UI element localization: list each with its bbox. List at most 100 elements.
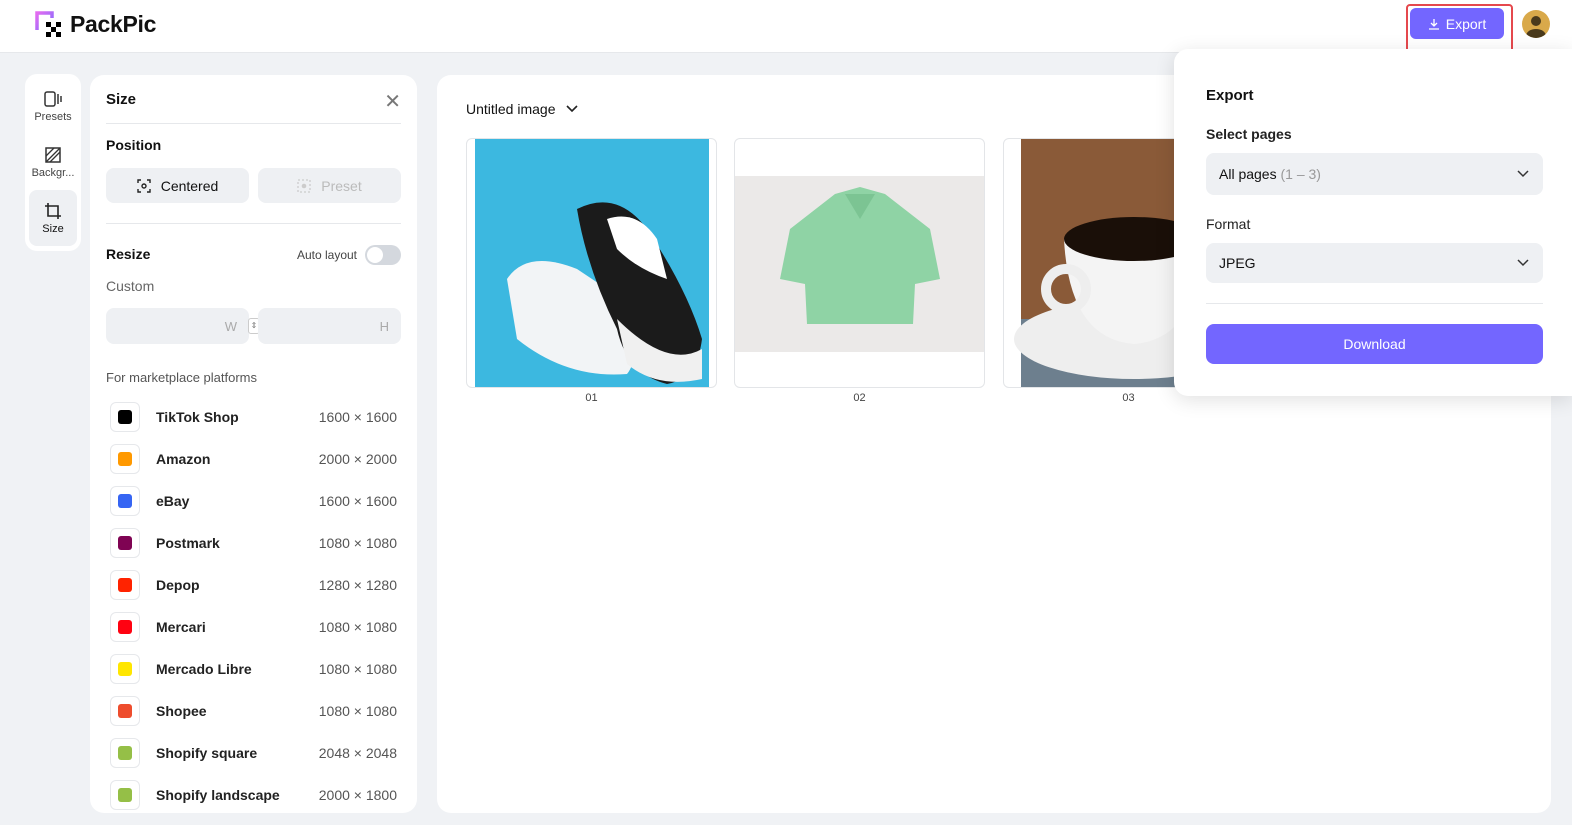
platform-name: TikTok Shop	[156, 409, 239, 425]
position-heading: Position	[106, 137, 162, 153]
platform-logo-icon	[110, 780, 140, 810]
tool-rail: Presets Backgr... Size	[25, 74, 81, 251]
page-label: 01	[585, 392, 598, 404]
platform-logo-icon	[110, 570, 140, 600]
height-placeholder: H	[379, 318, 389, 334]
platform-logo-icon	[110, 528, 140, 558]
page-thumbnail-01[interactable]	[466, 138, 717, 388]
download-button[interactable]: Download	[1206, 324, 1543, 364]
centered-label: Centered	[160, 177, 219, 194]
export-button[interactable]: Export	[1410, 8, 1504, 39]
crop-icon	[45, 202, 61, 219]
user-icon	[1526, 16, 1546, 38]
rail-label: Presets	[34, 110, 72, 123]
divider	[1206, 303, 1543, 304]
preset-button[interactable]: Preset	[258, 168, 401, 203]
rail-item-size[interactable]: Size	[29, 190, 77, 246]
marketplace-heading: For marketplace platforms	[106, 370, 257, 385]
download-icon	[1428, 18, 1439, 30]
divider	[106, 123, 401, 124]
chevron-down-icon	[565, 105, 578, 113]
platform-item[interactable]: Shopify landscape 2000 × 1800	[106, 774, 397, 816]
format-value: JPEG	[1219, 255, 1256, 271]
document-title: Untitled image	[466, 101, 556, 117]
page-thumbnail-02[interactable]	[734, 138, 985, 388]
background-icon	[45, 146, 61, 163]
platform-item[interactable]: Depop 1280 × 1280	[106, 564, 397, 606]
auto-layout-toggle[interactable]	[365, 245, 401, 265]
chevron-down-icon	[1517, 259, 1529, 267]
platform-size: 1600 × 1600	[318, 409, 397, 425]
platform-name: Shopify square	[156, 745, 258, 761]
auto-layout-label: Auto layout	[296, 248, 357, 262]
presets-icon	[44, 90, 62, 107]
platform-item[interactable]: Postmark 1080 × 1080	[106, 522, 397, 564]
platform-name: eBay	[156, 493, 190, 509]
platform-logo-icon	[110, 486, 140, 516]
document-title-dropdown[interactable]: Untitled image	[466, 101, 578, 117]
shirt-image	[735, 176, 984, 352]
width-input[interactable]: W	[106, 308, 249, 344]
platform-name: Mercado Libre	[156, 661, 252, 677]
platform-item[interactable]: TikTok Shop 1600 × 1600	[106, 396, 397, 438]
preset-position-icon	[297, 178, 311, 193]
height-input[interactable]: H	[258, 308, 401, 344]
platform-size: 2048 × 2048	[318, 745, 397, 761]
logo-icon	[35, 11, 61, 37]
pages-value: All pages	[1219, 166, 1277, 182]
panel-title: Size	[106, 91, 137, 108]
platform-size: 1080 × 1080	[318, 535, 397, 551]
platform-item[interactable]: Shopify square 2048 × 2048	[106, 732, 397, 774]
size-panel: Size ✕ Position Centered Preset Resize A…	[90, 75, 417, 813]
resize-heading: Resize	[106, 246, 151, 262]
rail-label: Backgr...	[31, 166, 75, 179]
rail-item-background[interactable]: Backgr...	[29, 134, 77, 190]
platform-logo-icon	[110, 696, 140, 726]
platform-size: 1080 × 1080	[318, 703, 397, 719]
center-icon	[137, 178, 151, 193]
divider	[106, 223, 401, 224]
platform-logo-icon	[110, 402, 140, 432]
rail-item-presets[interactable]: Presets	[29, 78, 77, 134]
export-button-label: Export	[1445, 15, 1487, 32]
sneaker-image	[475, 139, 709, 387]
custom-label: Custom	[106, 278, 155, 294]
platform-item[interactable]: Shopee 1080 × 1080	[106, 690, 397, 732]
platform-item[interactable]: eBay 1600 × 1600	[106, 480, 397, 522]
platform-item[interactable]: Mercari 1080 × 1080	[106, 606, 397, 648]
platform-size: 2000 × 2000	[318, 451, 397, 467]
platform-name: Mercari	[156, 619, 206, 635]
platform-item[interactable]: Amazon 2000 × 2000	[106, 438, 397, 480]
page-label: 02	[853, 392, 866, 404]
platform-size: 1280 × 1280	[318, 577, 397, 593]
centered-button[interactable]: Centered	[106, 168, 249, 203]
select-pages-label: Select pages	[1206, 126, 1292, 142]
platform-logo-icon	[110, 612, 140, 642]
chevron-down-icon	[1517, 170, 1529, 178]
top-bar: PackPic Export	[0, 0, 1572, 54]
platform-name: Depop	[156, 577, 200, 593]
format-label: Format	[1206, 216, 1251, 232]
platform-size: 1080 × 1080	[318, 619, 397, 635]
platform-size: 2000 × 1800	[318, 787, 397, 803]
pages-select[interactable]: All pages (1 – 3)	[1206, 153, 1543, 195]
platform-size: 1080 × 1080	[318, 661, 397, 677]
platform-name: Shopee	[156, 703, 207, 719]
pages-range: (1 – 3)	[1280, 166, 1321, 182]
logo: PackPic	[34, 10, 156, 38]
close-icon[interactable]: ✕	[384, 89, 401, 114]
export-title: Export	[1206, 87, 1254, 104]
rail-label: Size	[42, 222, 64, 235]
platform-logo-icon	[110, 738, 140, 768]
avatar[interactable]	[1522, 10, 1550, 38]
platform-logo-icon	[110, 444, 140, 474]
platform-size: 1600 × 1600	[318, 493, 397, 509]
export-popover: Export Select pages All pages (1 – 3) Fo…	[1174, 49, 1572, 396]
width-placeholder: W	[224, 318, 237, 334]
platform-item[interactable]: Mercado Libre 1080 × 1080	[106, 648, 397, 690]
app-name: PackPic	[70, 10, 157, 37]
platform-logo-icon	[110, 654, 140, 684]
preset-label: Preset	[321, 177, 362, 194]
platform-name: Shopify landscape	[156, 787, 280, 803]
format-select[interactable]: JPEG	[1206, 243, 1543, 283]
